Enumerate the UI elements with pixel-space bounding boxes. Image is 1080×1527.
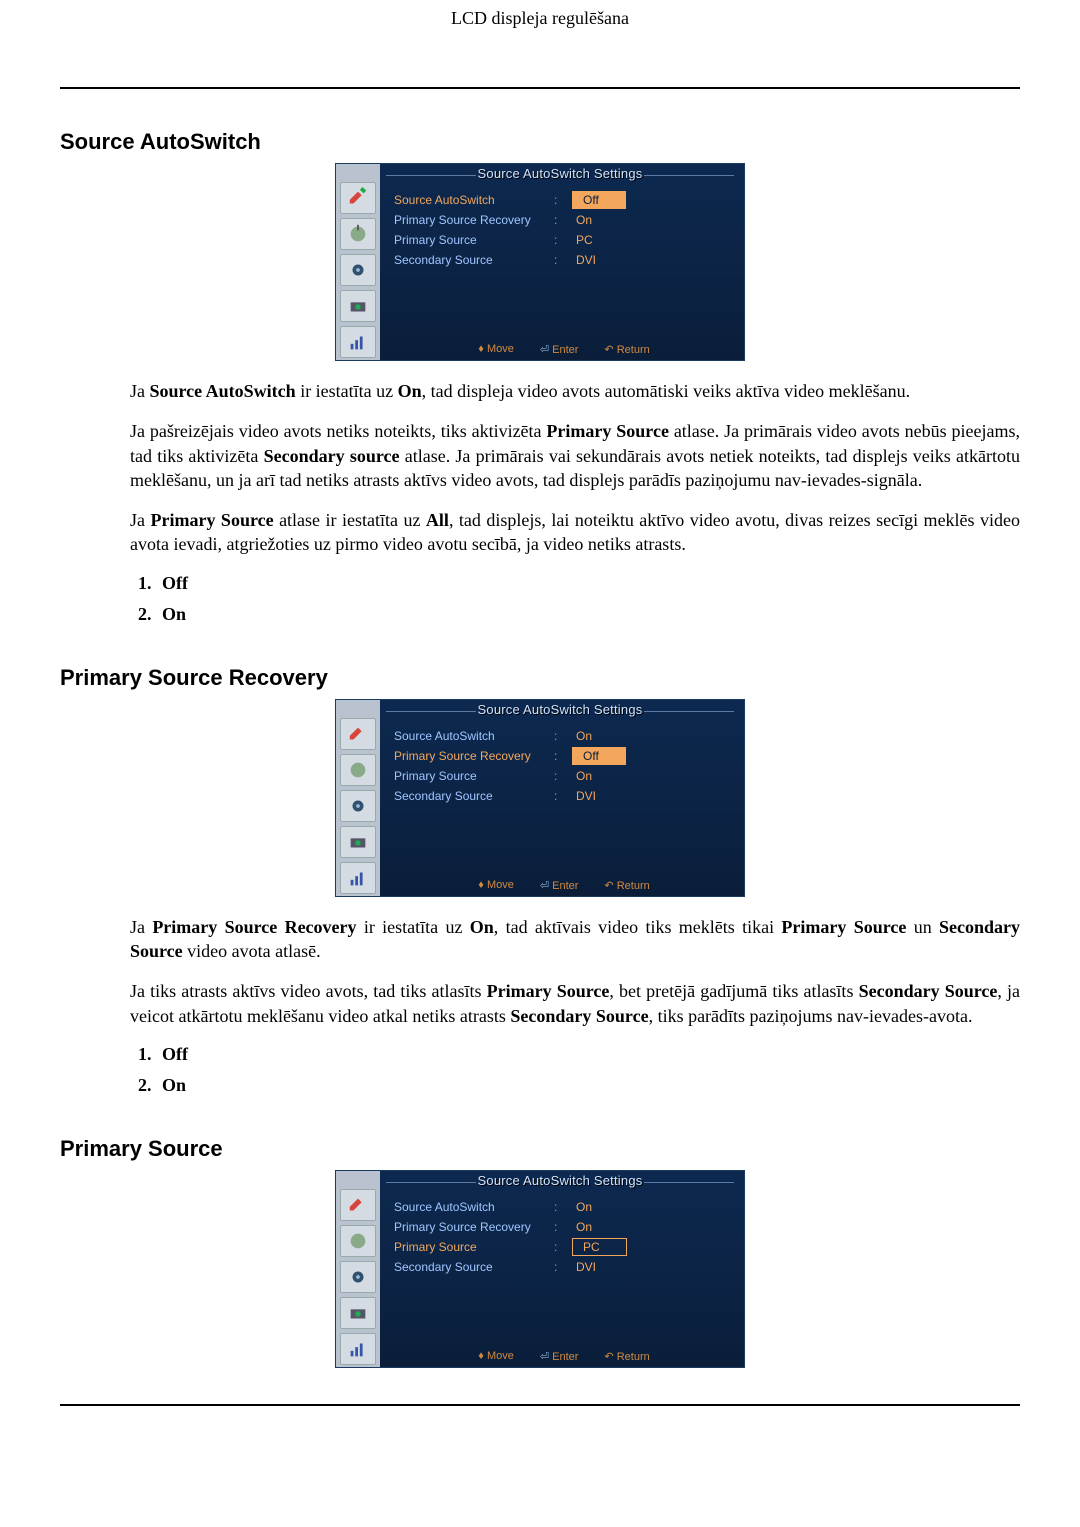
osd-row-label: Primary Source — [394, 769, 554, 783]
osd-row: Secondary Source: DVI — [394, 250, 732, 270]
gear-icon — [340, 790, 376, 822]
osd-row-label: Source AutoSwitch — [394, 1200, 554, 1214]
paint-icon — [340, 1189, 376, 1221]
tools-icon — [340, 1225, 376, 1257]
osd-row-label: Secondary Source — [394, 1260, 554, 1274]
paragraph: Ja tiks atrasts aktīvs video avots, tad … — [130, 979, 1020, 1028]
osd-row-value: Off — [572, 747, 626, 765]
section-body: Ja Source AutoSwitch ir iestatīta uz On,… — [130, 379, 1020, 557]
osd-row-value: DVI — [562, 1260, 732, 1274]
osd-icon-column — [336, 1171, 380, 1367]
osd-row: Source AutoSwitch: Off — [394, 190, 732, 210]
section-title-primary-source: Primary Source — [60, 1136, 1020, 1162]
tools-icon — [340, 754, 376, 786]
osd-row-label: Primary Source — [394, 1240, 554, 1254]
osd-row-value: On — [562, 729, 732, 743]
paragraph: Ja Primary Source atlase ir iestatīta uz… — [130, 508, 1020, 557]
option-list: Off On — [130, 573, 1020, 625]
osd-screenshot-2: Source AutoSwitch Settings Source AutoSw… — [335, 699, 745, 897]
osd-hint-bar: ♦ Move ⏎ Enter ↶ Return — [394, 1350, 734, 1363]
section-title-primary-source-recovery: Primary Source Recovery — [60, 665, 1020, 691]
camera-icon — [340, 1297, 376, 1329]
osd-screenshot-3: Source AutoSwitch Settings Source AutoSw… — [335, 1170, 745, 1368]
osd-icon-column — [336, 164, 380, 360]
list-item: Off — [156, 573, 1020, 594]
option-list: Off On — [130, 1044, 1020, 1096]
footer-rule — [60, 1404, 1020, 1436]
osd-hint-bar: ♦ Move ⏎ Enter ↶ Return — [394, 879, 734, 892]
osd-row: Source AutoSwitch: On — [394, 726, 732, 746]
osd-hint-bar: ♦ Move ⏎ Enter ↶ Return — [394, 343, 734, 356]
chart-icon — [340, 862, 376, 894]
osd-row-value: DVI — [562, 253, 732, 267]
chart-icon — [340, 1333, 376, 1365]
osd-row-value: PC — [572, 1238, 627, 1256]
osd-row-label: Secondary Source — [394, 789, 554, 803]
section-body: Ja Primary Source Recovery ir iestatīta … — [130, 915, 1020, 1028]
osd-row-value: On — [562, 1220, 732, 1234]
gear-icon — [340, 254, 376, 286]
osd-row-label: Secondary Source — [394, 253, 554, 267]
osd-row-label: Source AutoSwitch — [394, 193, 554, 207]
tools-icon — [340, 218, 376, 250]
osd-row: Secondary Source: DVI — [394, 1257, 732, 1277]
section-title-source-autoswitch: Source AutoSwitch — [60, 129, 1020, 155]
osd-screenshot-1: Source AutoSwitch Settings Source AutoSw… — [335, 163, 745, 361]
header-rule — [60, 87, 1020, 89]
osd-row: Primary Source: PC — [394, 1237, 732, 1257]
osd-row-label: Source AutoSwitch — [394, 729, 554, 743]
osd-row-value: On — [562, 1200, 732, 1214]
camera-icon — [340, 826, 376, 858]
osd-row-value: PC — [562, 233, 732, 247]
osd-row-label: Primary Source Recovery — [394, 749, 554, 763]
osd-row-value: Off — [572, 191, 626, 209]
paragraph: Ja Primary Source Recovery ir iestatīta … — [130, 915, 1020, 964]
osd-row-label: Primary Source — [394, 233, 554, 247]
osd-row-label: Primary Source Recovery — [394, 213, 554, 227]
paragraph: Ja Source AutoSwitch ir iestatīta uz On,… — [130, 379, 1020, 403]
osd-row: Primary Source Recovery: On — [394, 1217, 732, 1237]
osd-row-label: Primary Source Recovery — [394, 1220, 554, 1234]
list-item: On — [156, 604, 1020, 625]
page-header: LCD displeja regulēšana — [60, 0, 1020, 37]
gear-icon — [340, 1261, 376, 1293]
chart-icon — [340, 326, 376, 358]
paragraph: Ja pašreizējais video avots netiks notei… — [130, 419, 1020, 492]
osd-row: Primary Source Recovery: On — [394, 210, 732, 230]
osd-icon-column — [336, 700, 380, 896]
osd-row-value: On — [562, 213, 732, 227]
camera-icon — [340, 290, 376, 322]
osd-row-value: DVI — [562, 789, 732, 803]
paint-icon — [340, 182, 376, 214]
osd-row: Source AutoSwitch: On — [394, 1197, 732, 1217]
osd-row: Primary Source: PC — [394, 230, 732, 250]
osd-row: Primary Source: On — [394, 766, 732, 786]
osd-row-value: On — [562, 769, 732, 783]
osd-row: Secondary Source: DVI — [394, 786, 732, 806]
paint-icon — [340, 718, 376, 750]
osd-row: Primary Source Recovery: Off — [394, 746, 732, 766]
list-item: On — [156, 1075, 1020, 1096]
list-item: Off — [156, 1044, 1020, 1065]
